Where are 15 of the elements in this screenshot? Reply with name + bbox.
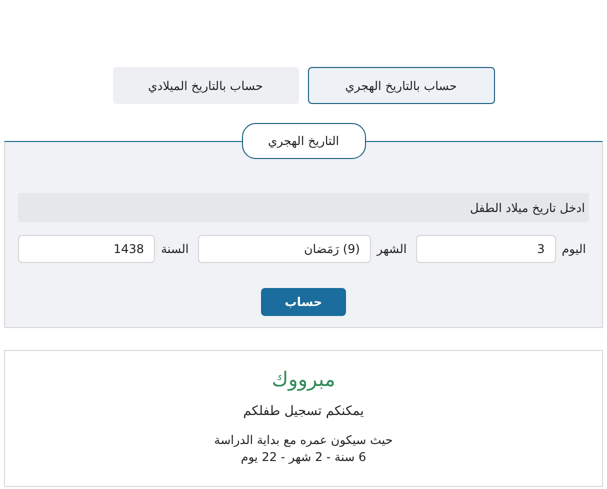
panel-legend: التاريخ الهجري (242, 123, 366, 159)
field-label: السنة (161, 241, 190, 258)
tab[interactable]: حساب بالتاريخ الهجري (308, 67, 494, 104)
result-line: 6 سنة - 2 شهر - 22 يوم (240, 448, 366, 466)
input-field[interactable]: (9) رَمَضان (198, 235, 371, 263)
calculate-button[interactable]: حساب (261, 288, 346, 316)
input-field[interactable]: 1438 (18, 235, 155, 263)
result-title: مبرووك (272, 366, 336, 393)
tab[interactable]: حساب بالتاريخ الميلادي (112, 67, 298, 104)
field-label: الشهر (376, 241, 408, 258)
input-field[interactable]: 3 (416, 235, 556, 263)
result-line: حيث سيكون عمره مع بداية الدراسة (214, 432, 393, 448)
field-label: اليوم (562, 241, 587, 258)
instruction-text: ادخل تاريخ ميلاد الطفل (470, 200, 585, 216)
result-subtitle: يمكنكم تسجيل طفلكم (243, 403, 364, 421)
